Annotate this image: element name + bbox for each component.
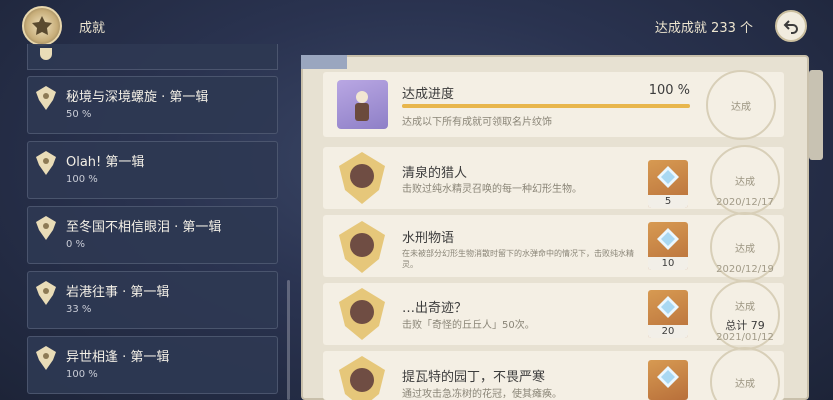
reward-item[interactable]: 20: [648, 290, 688, 338]
achievement-name: …出奇迹？: [402, 301, 468, 316]
category-name: 岩港往事 · 第一辑: [66, 285, 170, 300]
category-name: 秘境与深境螺旋 · 第一辑: [66, 90, 209, 105]
category-name: 异世相逢 · 第一辑: [66, 350, 170, 365]
namecard-thumbnail: [337, 80, 388, 129]
progress-fill: [402, 104, 690, 108]
progress-title: 达成进度: [402, 87, 455, 102]
achievement-description: 击败过纯水精灵召唤的每一种幻形生物。: [402, 184, 582, 195]
reward-quantity: 5: [648, 195, 688, 208]
trophy-icon: [36, 281, 56, 305]
achievement-badge-icon: [339, 356, 385, 400]
category-percent: 50 %: [66, 109, 92, 120]
achievement-count: 达成成就 233 个: [654, 21, 753, 36]
trophy-icon: [40, 48, 52, 60]
reward-item[interactable]: [648, 360, 688, 400]
reward-item[interactable]: 5: [648, 160, 688, 208]
category-item[interactable]: 异世相逢 · 第一辑 100 %: [27, 336, 278, 394]
category-percent: 33 %: [66, 304, 92, 315]
primogem-icon: [657, 228, 679, 250]
category-item[interactable]: 岩港往事 · 第一辑 33 %: [27, 271, 278, 329]
category-percent: 100 %: [66, 174, 98, 185]
achievement-name: 提瓦特的园丁，不畏严寒: [402, 370, 546, 385]
achievement-description: 击败「奇怪的丘丘人」50次。: [402, 320, 535, 331]
achievement-description: 在未被部分幻形生物消散时留下的水弹命中的情况下，击败纯水精灵。: [402, 249, 634, 269]
progress-description: 达成以下所有成就可领取名片纹饰: [402, 117, 552, 128]
panel-corner-tab: [301, 55, 347, 69]
progress-bar: [402, 104, 690, 108]
right-scrollbar[interactable]: [809, 70, 823, 160]
achievement-date: 2020/12/19: [716, 264, 774, 275]
reward-item[interactable]: 10: [648, 222, 688, 270]
back-arrow-icon: [783, 20, 798, 34]
achievement-badge-icon: [339, 221, 385, 273]
progress-value: 100 %: [648, 83, 690, 98]
character-figure-icon: [355, 91, 369, 121]
category-item[interactable]: 至冬国不相信眼泪 · 第一辑 0 %: [27, 206, 278, 264]
achievement-description: 通过攻击急冻树的花冠，使其瘫痪。: [402, 389, 562, 400]
primogem-icon: [657, 366, 679, 388]
achievement-badge-icon: [339, 288, 385, 340]
achievement-emblem-icon: [22, 6, 62, 46]
page-title: 成就: [79, 21, 106, 36]
primogem-icon: [657, 296, 679, 318]
reward-quantity: 20: [648, 325, 688, 338]
category-item[interactable]: Olah! 第一辑 100 %: [27, 141, 278, 199]
back-button[interactable]: [775, 10, 807, 42]
category-item[interactable]: 秘境与深境螺旋 · 第一辑 50 %: [27, 76, 278, 134]
achievement-date: 2021/01/12: [716, 332, 774, 343]
achievement-date: 2020/12/17: [716, 197, 774, 208]
primogem-icon: [657, 166, 679, 188]
category-item-partial[interactable]: [27, 44, 278, 70]
trophy-icon: [36, 346, 56, 370]
trophy-icon: [36, 86, 56, 110]
category-percent: 100 %: [66, 369, 98, 380]
reward-quantity: 10: [648, 257, 688, 270]
left-scrollbar[interactable]: [287, 280, 290, 400]
achievement-name: 清泉的猎人: [402, 166, 468, 181]
trophy-icon: [36, 151, 56, 175]
category-percent: 0 %: [66, 239, 86, 250]
achievement-name: 水刑物语: [402, 231, 455, 246]
achievement-badge-icon: [339, 152, 385, 204]
completed-seal: 达成: [706, 70, 776, 140]
category-name: Olah! 第一辑: [66, 155, 145, 170]
trophy-icon: [36, 216, 56, 240]
category-name: 至冬国不相信眼泪 · 第一辑: [66, 220, 222, 235]
